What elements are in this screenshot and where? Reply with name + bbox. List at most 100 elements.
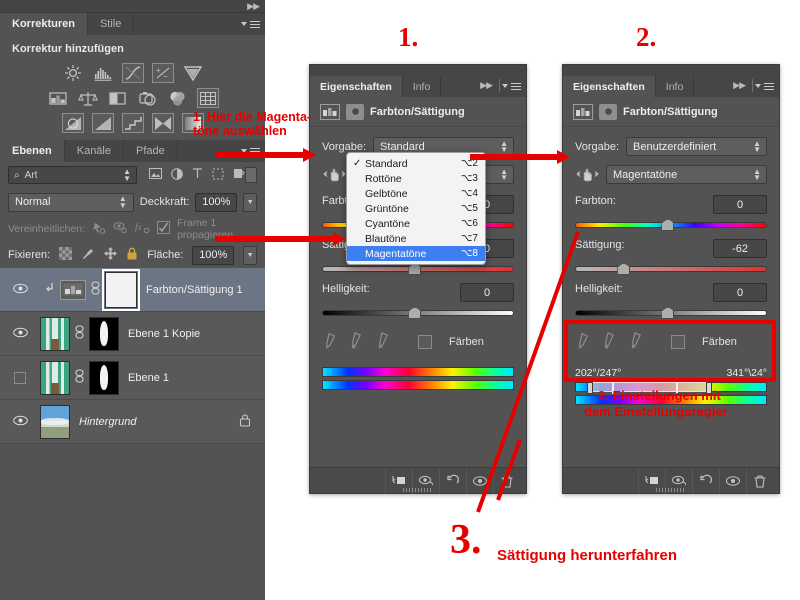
- properties-panel-menu-icon[interactable]: [502, 80, 521, 92]
- lock-all-icon[interactable]: [126, 247, 138, 263]
- collapse-arrows-icon[interactable]: ▶▶: [733, 80, 746, 91]
- channel-mixer-icon[interactable]: [167, 88, 189, 108]
- pixel-filter-icon[interactable]: [149, 168, 163, 182]
- layer-row-ebene-1-kopie[interactable]: Ebene 1 Kopie: [0, 312, 265, 356]
- preset-select[interactable]: Benutzerdefiniert ▲ ▼: [626, 137, 767, 156]
- on-image-adjust-icon[interactable]: [322, 166, 346, 183]
- fill-dropdown-icon[interactable]: ▼: [243, 245, 257, 265]
- link-icon[interactable]: [91, 281, 100, 298]
- channel-select[interactable]: Magentatöne ▲ ▼: [606, 165, 767, 184]
- layer-mask-thumbnail[interactable]: [89, 316, 119, 351]
- text-filter-icon[interactable]: [192, 168, 203, 182]
- blend-mode-select[interactable]: Normal ▲ ▼: [8, 192, 134, 212]
- shape-filter-icon[interactable]: [212, 168, 224, 183]
- fill-value[interactable]: 100%: [192, 245, 235, 265]
- collapse-arrows-icon[interactable]: ▶▶: [247, 1, 260, 12]
- color-lookup-icon[interactable]: [196, 88, 219, 108]
- tab-eigenschaften[interactable]: Eigenschaften: [310, 76, 403, 97]
- lightness-slider-knob[interactable]: [661, 307, 675, 319]
- smart-object-filter-icon[interactable]: [233, 168, 245, 183]
- layer-filter-select[interactable]: ⌕ Art ▲ ▼: [8, 166, 138, 184]
- layer-visibility-toggle[interactable]: [0, 327, 40, 341]
- collapse-arrows-icon[interactable]: ▶▶: [480, 80, 493, 91]
- invert-icon[interactable]: [61, 113, 84, 133]
- tab-eigenschaften[interactable]: Eigenschaften: [563, 76, 656, 97]
- propagate-checkbox[interactable]: [157, 221, 171, 237]
- hue-slider-knob[interactable]: [661, 219, 675, 231]
- layer-mask-thumbnail[interactable]: [102, 268, 140, 311]
- saturation-slider[interactable]: [322, 263, 514, 275]
- hue-saturation-icon[interactable]: [47, 88, 69, 108]
- tab-info[interactable]: Info: [656, 76, 695, 97]
- unify-visibility-icon[interactable]: [113, 221, 128, 237]
- lightness-value[interactable]: 0: [460, 283, 514, 302]
- opacity-value[interactable]: 100%: [195, 192, 238, 212]
- layer-visibility-toggle[interactable]: [0, 371, 40, 384]
- colorize-checkbox[interactable]: [418, 334, 432, 349]
- tab-pfade[interactable]: Pfade: [124, 140, 178, 162]
- opacity-dropdown-icon[interactable]: ▼: [243, 192, 257, 212]
- layer-mask-thumbnail[interactable]: [89, 360, 119, 395]
- adjustment-filter-icon[interactable]: [171, 167, 183, 183]
- lightness-slider[interactable]: [322, 307, 514, 319]
- menu-item-gruentoene[interactable]: Grüntöne ⌥5: [347, 201, 485, 216]
- lock-image-icon[interactable]: [81, 247, 95, 263]
- hue-value[interactable]: 0: [713, 195, 767, 214]
- filter-toggle-switch[interactable]: [245, 167, 257, 183]
- adjustments-panel-menu-icon[interactable]: [241, 18, 260, 30]
- lock-transparency-icon[interactable]: [59, 247, 73, 263]
- properties-panel-menu-icon[interactable]: [755, 80, 774, 92]
- tab-korrekturen[interactable]: Korrekturen: [0, 13, 88, 35]
- layer-visibility-toggle[interactable]: [0, 283, 40, 297]
- exposure-icon[interactable]: + −: [151, 63, 174, 83]
- menu-item-magentatoene[interactable]: Magentatöne ⌥8: [347, 246, 485, 261]
- eyedropper-add-icon[interactable]: [345, 330, 367, 353]
- link-icon[interactable]: [75, 369, 84, 386]
- saturation-value[interactable]: -62: [713, 239, 767, 258]
- unify-position-icon[interactable]: [92, 221, 106, 237]
- mask-target-icon[interactable]: [599, 103, 617, 120]
- tab-stile[interactable]: Stile: [88, 13, 135, 35]
- levels-icon[interactable]: [92, 63, 114, 83]
- black-white-icon[interactable]: [107, 88, 129, 108]
- unify-style-icon[interactable]: fx: [135, 221, 150, 237]
- layer-thumbnail[interactable]: [40, 404, 70, 439]
- range-handle-left-outer[interactable]: [587, 382, 594, 394]
- layer-row-farbton-saettigung-1[interactable]: Farbton/Sättigung 1: [0, 268, 265, 312]
- lightness-slider-knob[interactable]: [408, 307, 422, 319]
- menu-item-blautoene[interactable]: Blautöne ⌥7: [347, 231, 485, 246]
- hue-slider[interactable]: [575, 219, 767, 231]
- tab-ebenen[interactable]: Ebenen: [0, 140, 65, 162]
- delete-icon[interactable]: [493, 467, 520, 494]
- saturation-slider-knob[interactable]: [617, 263, 631, 275]
- menu-item-cyantoene[interactable]: Cyantöne ⌥6: [347, 216, 485, 231]
- threshold-icon[interactable]: [121, 113, 144, 133]
- layer-row-hintergrund[interactable]: Hintergrund: [0, 400, 265, 444]
- reset-icon[interactable]: [692, 467, 719, 494]
- lightness-slider[interactable]: [575, 307, 767, 319]
- panel-drag-strip[interactable]: [563, 65, 779, 76]
- menu-item-gelbtoene[interactable]: Gelbtöne ⌥4: [347, 186, 485, 201]
- lock-position-icon[interactable]: [104, 247, 118, 263]
- saturation-slider[interactable]: [575, 263, 767, 275]
- photo-filter-icon[interactable]: [137, 88, 159, 108]
- eyedropper-subtract-icon[interactable]: [372, 330, 394, 353]
- curves-icon[interactable]: [121, 63, 144, 83]
- preset-dropdown-menu[interactable]: ✓ Standard ⌥2 Rottöne ⌥3 Gelbtöne ⌥4 Grü…: [346, 152, 486, 265]
- menu-item-rottoene[interactable]: Rottöne ⌥3: [347, 171, 485, 186]
- tab-info[interactable]: Info: [403, 76, 442, 97]
- eyedropper-icon[interactable]: [319, 330, 339, 352]
- brightness-contrast-icon[interactable]: [62, 63, 84, 83]
- lightness-value[interactable]: 0: [713, 283, 767, 302]
- link-icon[interactable]: [75, 325, 84, 342]
- menu-item-standard[interactable]: ✓ Standard ⌥2: [347, 156, 485, 171]
- tab-kanaele[interactable]: Kanäle: [65, 140, 124, 162]
- mask-target-icon[interactable]: [346, 103, 364, 120]
- vibrance-icon[interactable]: [182, 63, 204, 83]
- layer-row-ebene-1[interactable]: Ebene 1: [0, 356, 265, 400]
- panel-drag-strip[interactable]: [310, 65, 526, 76]
- on-image-adjust-icon[interactable]: [575, 166, 599, 183]
- layer-visibility-toggle[interactable]: [0, 415, 40, 429]
- delete-icon[interactable]: [746, 467, 773, 494]
- toggle-visibility-icon[interactable]: [466, 467, 493, 494]
